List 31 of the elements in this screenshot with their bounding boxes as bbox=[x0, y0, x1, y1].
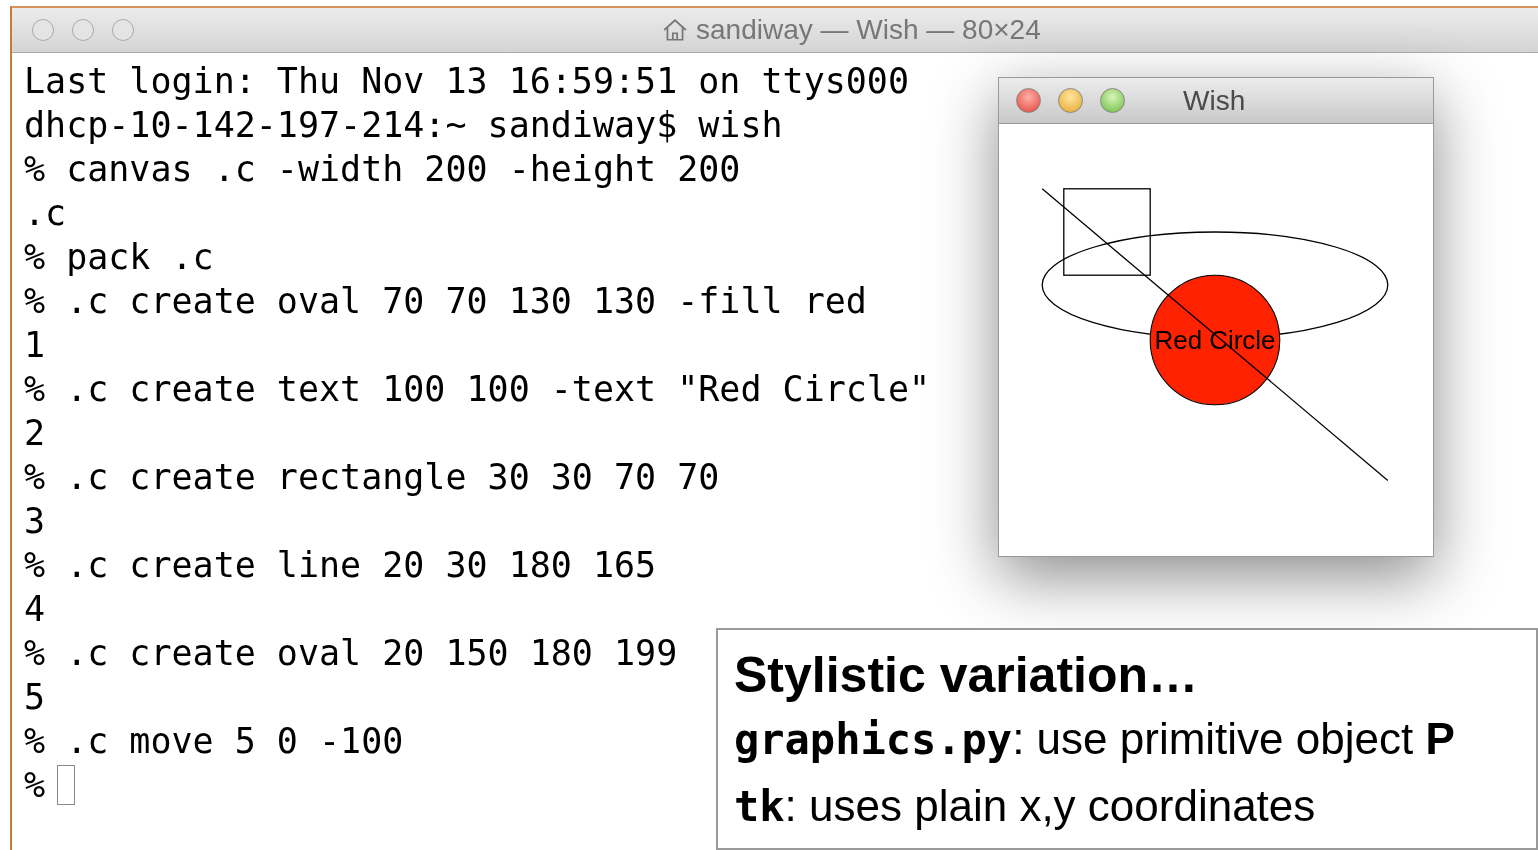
terminal-line: % .c create oval 70 70 130 130 -fill red bbox=[24, 280, 867, 323]
zoom-button[interactable] bbox=[1100, 88, 1125, 113]
terminal-line: % .c create oval 20 150 180 199 bbox=[24, 632, 678, 675]
terminal-line: % bbox=[24, 764, 46, 807]
terminal-line: 1 bbox=[24, 324, 46, 367]
description-text: : uses plain x,y coordinates bbox=[784, 781, 1316, 830]
close-button[interactable] bbox=[1016, 88, 1041, 113]
close-button[interactable] bbox=[32, 19, 54, 41]
terminal-line: % pack .c bbox=[24, 236, 214, 279]
terminal-line: 3 bbox=[24, 500, 46, 543]
window-title: Wish bbox=[1183, 84, 1246, 117]
terminal-line: % .c move 5 0 -100 bbox=[24, 720, 404, 763]
terminal-line: 5 bbox=[24, 676, 46, 719]
terminal-line: % .c create rectangle 30 30 70 70 bbox=[24, 456, 720, 499]
code-term: tk bbox=[734, 782, 785, 831]
terminal-line: Last login: Thu Nov 13 16:59:51 on ttys000 bbox=[24, 60, 909, 103]
code-term: graphics.py bbox=[734, 715, 1013, 764]
terminal-line: % .c create line 20 30 180 165 bbox=[24, 544, 657, 587]
terminal-line: 4 bbox=[24, 588, 46, 631]
minimize-button[interactable] bbox=[72, 19, 94, 41]
terminal-line: .c bbox=[24, 192, 67, 235]
minimize-button[interactable] bbox=[1058, 88, 1083, 113]
terminal-line: 2 bbox=[24, 412, 46, 455]
zoom-button[interactable] bbox=[112, 19, 134, 41]
description-text: : use primitive object P bbox=[1012, 714, 1455, 763]
window-title: sandiway — Wish — 80×24 bbox=[696, 14, 1041, 46]
terminal-line: % canvas .c -width 200 -height 200 bbox=[24, 148, 741, 191]
terminal-line: dhcp-10-142-197-214:~ sandiway$ wish bbox=[24, 104, 783, 147]
house-icon bbox=[662, 17, 688, 43]
heading: Stylistic variation… bbox=[734, 646, 1200, 705]
terminal-line: % .c create text 100 100 -text "Red Circle" bbox=[24, 368, 931, 411]
